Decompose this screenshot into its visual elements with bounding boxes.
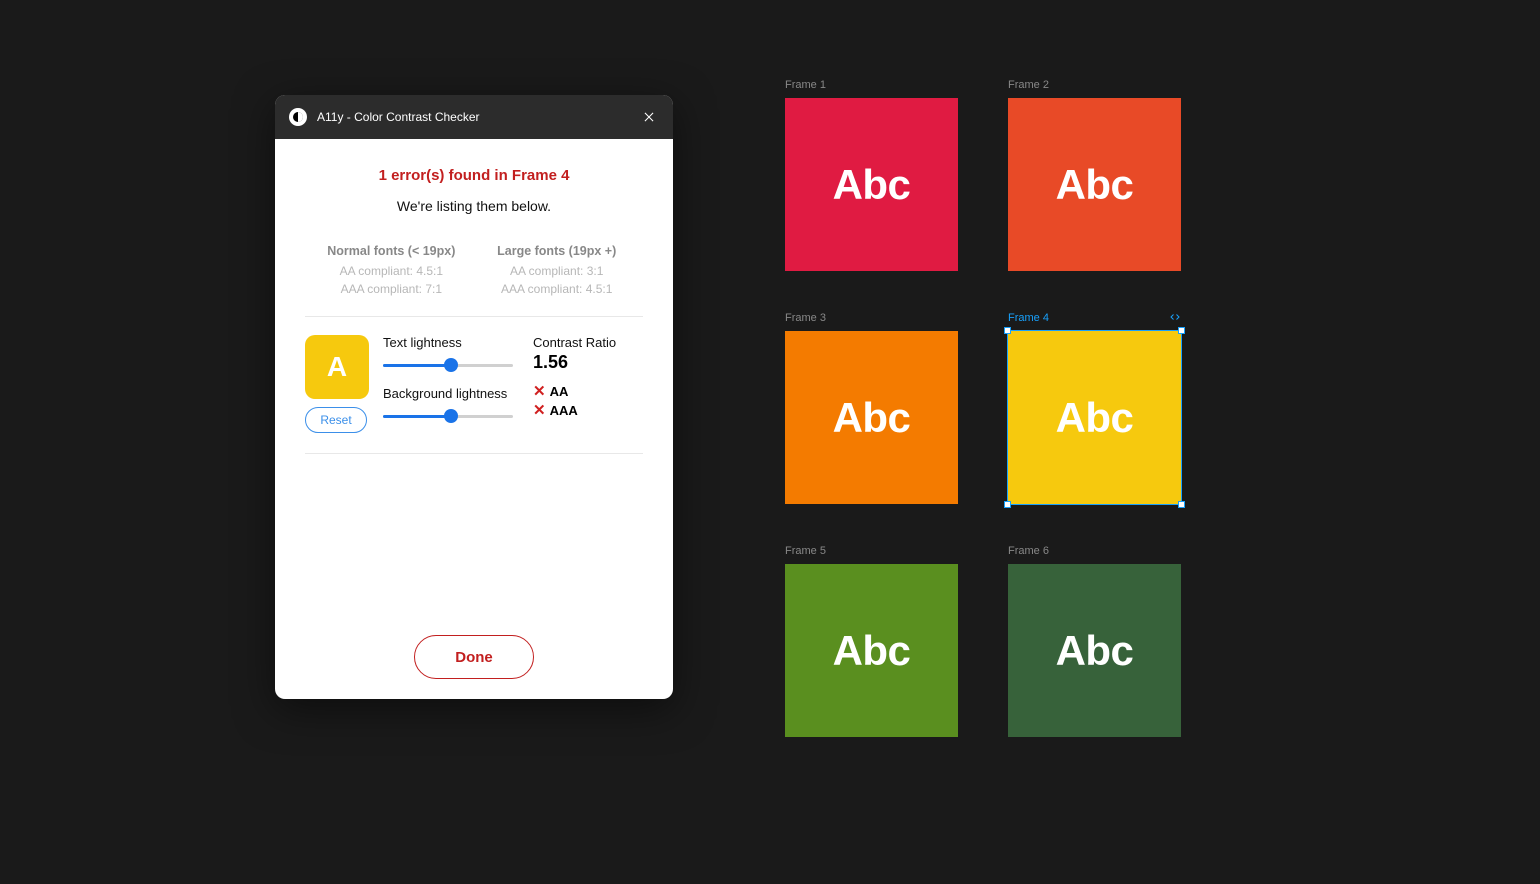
- compliance-normal-title: Normal fonts (< 19px): [315, 244, 468, 258]
- selection-handle[interactable]: [1178, 501, 1185, 508]
- error-item: A Reset Text lightness Background lightn…: [305, 335, 643, 433]
- sub-heading: We're listing them below.: [305, 198, 643, 214]
- aa-status-icon: ✕: [533, 383, 546, 402]
- aa-status: ✕ AA: [533, 383, 643, 402]
- frame-wrap[interactable]: Frame 6 Abc: [1008, 544, 1181, 737]
- compliance-large-title: Large fonts (19px +): [480, 244, 633, 258]
- frame-label-text: Frame 5: [785, 545, 826, 557]
- close-icon: [642, 110, 656, 124]
- plugin-dialog: A11y - Color Contrast Checker 1 error(s)…: [275, 95, 673, 699]
- aaa-status-icon: ✕: [533, 402, 546, 421]
- dialog-title: A11y - Color Contrast Checker: [317, 110, 629, 124]
- frame[interactable]: Abc: [1008, 331, 1181, 504]
- dev-mode-icon[interactable]: [1169, 311, 1181, 326]
- frame[interactable]: Abc: [1008, 98, 1181, 271]
- compliance-normal-aaa: AAA compliant: 7:1: [315, 280, 468, 298]
- frame-wrap[interactable]: Frame 3 Abc: [785, 311, 958, 504]
- aa-status-label: AA: [550, 384, 569, 400]
- compliance-large-aa: AA compliant: 3:1: [480, 262, 633, 280]
- selection-handle[interactable]: [1004, 501, 1011, 508]
- frame-wrap[interactable]: Frame 2 Abc: [1008, 78, 1181, 271]
- contrast-icon: [292, 111, 304, 123]
- done-button[interactable]: Done: [414, 635, 534, 679]
- frame[interactable]: Abc: [785, 331, 958, 504]
- frame-label[interactable]: Frame 6: [1008, 544, 1181, 558]
- frame[interactable]: Abc: [1008, 564, 1181, 737]
- frame-label-text: Frame 1: [785, 79, 826, 91]
- dialog-header: A11y - Color Contrast Checker: [275, 95, 673, 139]
- compliance-normal: Normal fonts (< 19px) AA compliant: 4.5:…: [315, 244, 468, 298]
- ratio-value: 1.56: [533, 352, 643, 373]
- frame-label[interactable]: Frame 1: [785, 78, 958, 92]
- aaa-status-label: AAA: [550, 403, 578, 419]
- frame-label-text: Frame 2: [1008, 79, 1049, 91]
- frame-label[interactable]: Frame 5: [785, 544, 958, 558]
- ratio-label: Contrast Ratio: [533, 335, 643, 350]
- bg-lightness-slider[interactable]: [383, 405, 519, 427]
- compliance-normal-aa: AA compliant: 4.5:1: [315, 262, 468, 280]
- bg-lightness-label: Background lightness: [383, 386, 519, 401]
- sample-swatch: A: [305, 335, 369, 399]
- close-button[interactable]: [639, 107, 659, 127]
- bg-lightness-block: Background lightness: [383, 386, 519, 427]
- frame-wrap[interactable]: Frame 4 Abc: [1008, 311, 1181, 504]
- frame-wrap[interactable]: Frame 1 Abc: [785, 78, 958, 271]
- frame-label-text: Frame 3: [785, 312, 826, 324]
- text-lightness-slider[interactable]: [383, 354, 519, 376]
- frame[interactable]: Abc: [785, 98, 958, 271]
- text-lightness-label: Text lightness: [383, 335, 519, 350]
- plugin-logo-icon: [289, 108, 307, 126]
- sliders: Text lightness Background lightness: [383, 335, 519, 427]
- frame-label[interactable]: Frame 4: [1008, 311, 1181, 325]
- reset-button[interactable]: Reset: [305, 407, 367, 433]
- frame-label[interactable]: Frame 2: [1008, 78, 1181, 92]
- frame-wrap[interactable]: Frame 5 Abc: [785, 544, 958, 737]
- compliance-large: Large fonts (19px +) AA compliant: 3:1 A…: [480, 244, 633, 298]
- frame[interactable]: Abc: [785, 564, 958, 737]
- selection-handle[interactable]: [1004, 327, 1011, 334]
- aaa-status: ✕ AAA: [533, 402, 643, 421]
- canvas[interactable]: Frame 1 Abc Frame 2 Abc Frame 3 Abc Frame 4 Abc…: [785, 78, 1181, 737]
- compliance-large-aaa: AAA compliant: 4.5:1: [480, 280, 633, 298]
- frame-label[interactable]: Frame 3: [785, 311, 958, 325]
- text-lightness-block: Text lightness: [383, 335, 519, 376]
- frame-label-text: Frame 6: [1008, 545, 1049, 557]
- divider: [305, 316, 643, 317]
- ratio-column: Contrast Ratio 1.56 ✕ AA ✕ AAA: [533, 335, 643, 421]
- dialog-body: 1 error(s) found in Frame 4 We're listin…: [275, 139, 673, 699]
- status-block: ✕ AA ✕ AAA: [533, 383, 643, 421]
- selection-handle[interactable]: [1178, 327, 1185, 334]
- error-heading: 1 error(s) found in Frame 4: [305, 167, 643, 184]
- frame-label-text: Frame 4: [1008, 312, 1049, 324]
- compliance-info: Normal fonts (< 19px) AA compliant: 4.5:…: [305, 244, 643, 298]
